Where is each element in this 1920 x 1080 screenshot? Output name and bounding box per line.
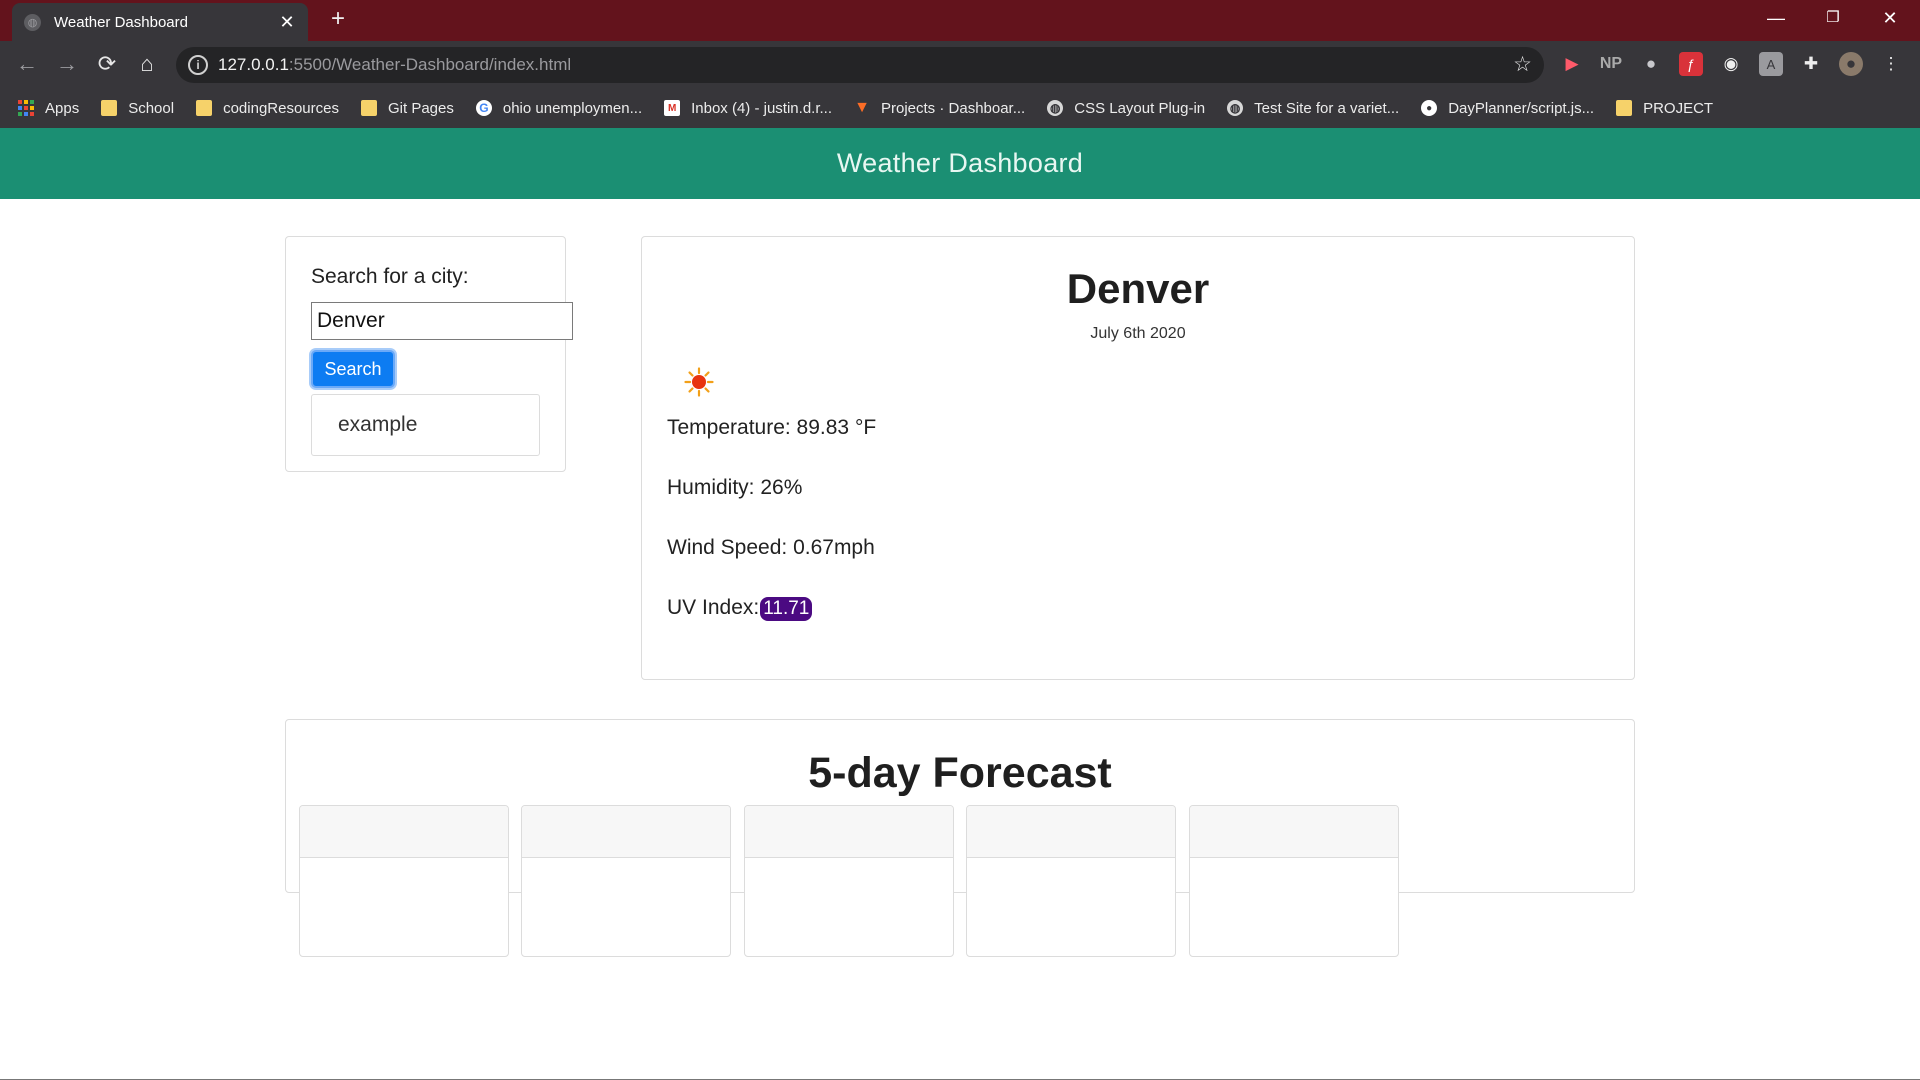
humidity-text: Humidity: 26% bbox=[667, 476, 803, 499]
apps-grid-icon bbox=[18, 100, 34, 116]
folder-icon bbox=[196, 100, 213, 116]
a11y-extension-icon[interactable]: A bbox=[1759, 52, 1783, 76]
bookmark-ohio[interactable]: G ohio unemploymen... bbox=[475, 99, 643, 117]
new-tab-button[interactable]: + bbox=[326, 7, 350, 31]
address-bar[interactable]: i 127.0.0.1:5500/Weather-Dashboard/index… bbox=[176, 47, 1544, 83]
city-name: Denver bbox=[1066, 265, 1210, 312]
bookmark-label: Inbox (4) - justin.d.r... bbox=[691, 99, 832, 117]
url-path: :5500/Weather-Dashboard/index.html bbox=[288, 55, 572, 74]
sun-icon bbox=[684, 367, 714, 397]
bookmark-test-site[interactable]: ◍ Test Site for a variet... bbox=[1227, 100, 1399, 117]
uv-index-row: UV Index: 11.71 bbox=[667, 596, 813, 621]
video-extension-icon[interactable]: ▶ bbox=[1560, 52, 1584, 76]
forecast-title: 5-day Forecast bbox=[808, 749, 1112, 797]
forecast-day-card bbox=[966, 805, 1176, 957]
forecast-day-header bbox=[745, 806, 953, 858]
bookmark-label: CSS Layout Plug-in bbox=[1074, 99, 1206, 117]
search-button[interactable]: Search bbox=[311, 350, 395, 388]
browser-toolbar: ← → ⟳ ⌂ i 127.0.0.1:5500/Weather-Dashboa… bbox=[0, 41, 1920, 128]
minimize-button[interactable]: — bbox=[1749, 0, 1803, 36]
tab-title: Weather Dashboard bbox=[54, 13, 188, 31]
forecast-day-header bbox=[967, 806, 1175, 858]
menu-kebab-icon[interactable]: ⋮ bbox=[1879, 52, 1903, 76]
folder-icon bbox=[101, 100, 118, 116]
mouse-extension-icon[interactable]: ● bbox=[1639, 52, 1663, 76]
font-extension-icon[interactable]: ƒ bbox=[1679, 52, 1703, 76]
forecast-day-header bbox=[1190, 806, 1398, 858]
bookmarks-bar: Apps School codingResources Git Pages G … bbox=[0, 91, 1920, 125]
globe-icon: ◍ bbox=[1047, 100, 1064, 116]
folder-icon bbox=[1616, 100, 1633, 116]
page-header: Weather Dashboard bbox=[0, 128, 1920, 199]
forecast-day-card bbox=[1189, 805, 1399, 957]
bookmark-label: School bbox=[128, 99, 175, 117]
bookmark-label: Git Pages bbox=[387, 99, 454, 117]
bookmark-inbox[interactable]: M Inbox (4) - justin.d.r... bbox=[664, 100, 832, 117]
bookmark-label: PROJECT bbox=[1643, 99, 1714, 117]
bookmark-coding-resources[interactable]: codingResources bbox=[196, 100, 339, 117]
forecast-day-card bbox=[299, 805, 509, 957]
bookmark-label: codingResources bbox=[223, 99, 339, 117]
home-button[interactable]: ⌂ bbox=[132, 49, 162, 79]
gitlab-icon: ▼ bbox=[854, 99, 870, 116]
gmail-icon: M bbox=[664, 100, 681, 116]
close-tab-icon[interactable]: ✕ bbox=[278, 12, 296, 33]
bookmark-label: Apps bbox=[45, 99, 80, 117]
forecast-day-header bbox=[522, 806, 730, 858]
url-text: 127.0.0.1:5500/Weather-Dashboard/index.h… bbox=[218, 55, 571, 75]
globe-icon: ◍ bbox=[1227, 100, 1244, 116]
search-card: Search for a city: Search example bbox=[285, 236, 573, 472]
extensions-puzzle-icon[interactable]: ✚ bbox=[1799, 52, 1823, 76]
bookmark-label: DayPlanner/script.js... bbox=[1448, 99, 1595, 117]
search-history-item[interactable]: example bbox=[311, 394, 540, 456]
bookmark-star-icon[interactable]: ☆ bbox=[1513, 52, 1532, 77]
google-icon: G bbox=[475, 100, 492, 116]
forecast-day-card bbox=[744, 805, 954, 957]
bookmark-apps[interactable]: Apps bbox=[18, 100, 79, 117]
forward-button[interactable]: → bbox=[52, 49, 82, 79]
globe-icon: ◍ bbox=[24, 13, 41, 31]
circle-extension-icon[interactable]: ◉ bbox=[1719, 52, 1743, 76]
bookmark-label: ohio unemploymen... bbox=[502, 99, 643, 117]
forecast-day-card bbox=[521, 805, 731, 957]
bookmark-dayplanner[interactable]: ● DayPlanner/script.js... bbox=[1421, 100, 1594, 117]
back-button[interactable]: ← bbox=[12, 49, 42, 79]
bookmark-label: Projects · Dashboar... bbox=[881, 99, 1026, 117]
bookmark-label: Test Site for a variet... bbox=[1254, 99, 1400, 117]
close-window-button[interactable]: ✕ bbox=[1863, 0, 1917, 36]
uv-index-label: UV Index: bbox=[667, 596, 760, 619]
browser-title-bar: ◍ Weather Dashboard ✕ + — ❐ ✕ bbox=[0, 0, 1920, 41]
np-extension-icon[interactable]: NP bbox=[1599, 52, 1623, 76]
page-content: Weather Dashboard Search for a city: Sea… bbox=[0, 128, 1920, 1080]
bookmark-css-layout[interactable]: ◍ CSS Layout Plug-in bbox=[1047, 100, 1205, 117]
current-date: July 6th 2020 bbox=[1090, 325, 1186, 342]
wind-speed-text: Wind Speed: 0.67mph bbox=[667, 536, 875, 559]
browser-tab[interactable]: ◍ Weather Dashboard ✕ bbox=[12, 3, 308, 41]
temperature-text: Temperature: 89.83 °F bbox=[667, 416, 877, 439]
folder-icon bbox=[360, 100, 377, 116]
github-icon: ● bbox=[1421, 100, 1438, 116]
search-label: Search for a city: bbox=[311, 265, 469, 288]
bookmark-project[interactable]: PROJECT bbox=[1616, 100, 1713, 117]
bookmark-school[interactable]: School bbox=[101, 100, 174, 117]
url-host: 127.0.0.1 bbox=[218, 55, 289, 74]
bookmark-git-pages[interactable]: Git Pages bbox=[360, 99, 454, 117]
restore-button[interactable]: ❐ bbox=[1806, 0, 1860, 36]
uv-index-badge: 11.71 bbox=[760, 597, 813, 621]
forecast-day-header bbox=[300, 806, 508, 858]
reload-button[interactable]: ⟳ bbox=[92, 49, 122, 79]
current-weather-card: Denver July 6th 2020 Temperature: 89.83 … bbox=[641, 236, 1635, 680]
bookmark-projects[interactable]: ▼ Projects · Dashboar... bbox=[854, 99, 1026, 117]
city-search-input[interactable] bbox=[311, 302, 573, 340]
site-info-icon[interactable]: i bbox=[188, 55, 208, 75]
profile-avatar-icon[interactable]: ● bbox=[1839, 52, 1863, 76]
